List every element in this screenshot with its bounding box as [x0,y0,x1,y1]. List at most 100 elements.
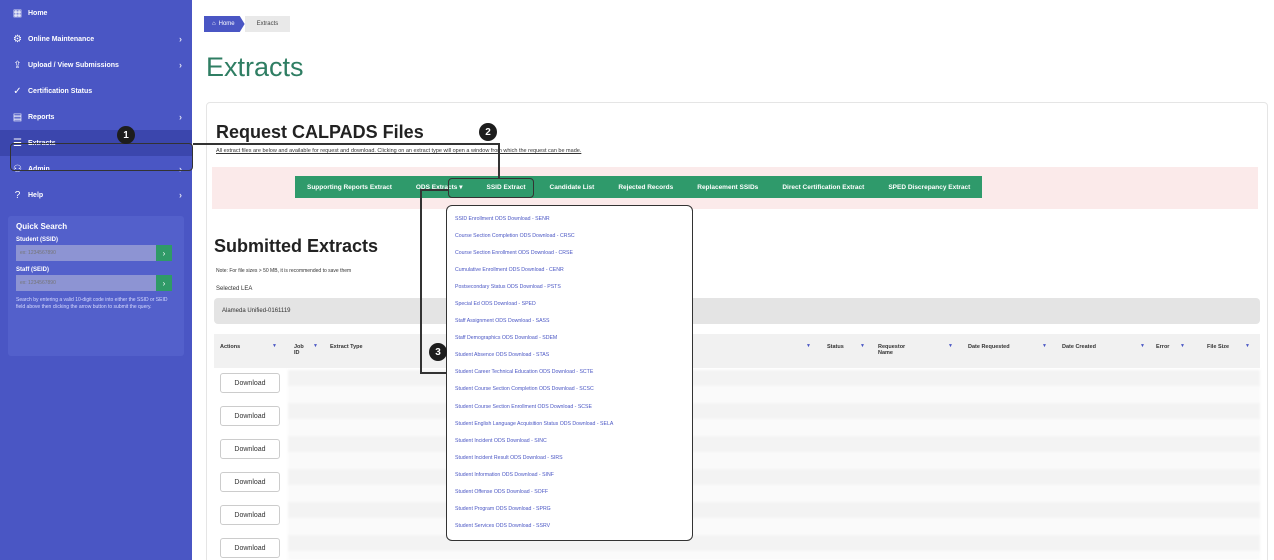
help-icon: ? [14,189,21,201]
staff-search-submit-button[interactable]: › [156,275,172,291]
dropdown-item[interactable]: SSID Enrollment ODS Download - SENR [447,210,692,227]
column-file-size[interactable]: File Size [1207,344,1229,350]
breadcrumb-home-label: Home [218,21,235,27]
breadcrumb-home[interactable]: ⌂ Home [204,16,245,32]
dropdown-item[interactable]: Cumulative Enrollment ODS Download - CEN… [447,261,692,278]
download-button[interactable]: Download [220,472,280,492]
extract-tabs: Supporting Reports Extract ODS Extracts ▾… [295,176,983,198]
dropdown-item[interactable]: Staff Demographics ODS Download - SDEM [447,330,692,347]
sidebar-item-certification-status[interactable]: ✓ Certification Status [0,78,192,104]
column-job-id[interactable]: Job ID [294,344,308,356]
breadcrumb-current: Extracts [244,16,291,32]
sidebar-item-label: Reports [28,113,55,121]
tab-sped-discrepancy-extract[interactable]: SPED Discrepancy Extract [876,176,982,198]
sidebar-item-reports[interactable]: ▤ Reports › [0,104,192,130]
user-icon: ⚇ [13,163,22,175]
dropdown-item[interactable]: Student Incident Result ODS Download - S… [447,449,692,466]
tab-rejected-records[interactable]: Rejected Records [606,176,685,198]
dropdown-item[interactable]: Student Services ODS Download - SSRV [447,518,692,535]
callout-badge-1: 1 [117,126,135,144]
download-button[interactable]: Download [220,505,280,525]
sidebar-item-label: Extracts [28,139,56,147]
column-status[interactable]: Status [827,344,844,350]
sidebar-item-upload-view-submissions[interactable]: ⇪ Upload / View Submissions › [0,52,192,78]
blurred-table-rows [288,370,1260,560]
download-button[interactable]: Download [220,406,280,426]
sort-icon[interactable]: ▼ [1245,343,1250,349]
column-error[interactable]: Error [1156,344,1169,350]
home-icon: ⌂ [212,21,216,27]
dropdown-item[interactable]: Special Ed ODS Download - SPED [447,295,692,312]
sidebar-item-label: Upload / View Submissions [28,61,119,69]
dropdown-item[interactable]: Postsecondary Status ODS Download - PSTS [447,278,692,295]
table-header [214,334,1260,368]
request-title: Request CALPADS Files [216,122,424,142]
staff-search-label: Staff (SEID) [16,267,49,273]
callout-line [498,143,500,179]
callout-badge-3: 3 [429,343,447,361]
sort-icon[interactable]: ▼ [313,343,318,349]
student-search-input[interactable] [16,245,156,261]
check-circle-icon: ✓ [13,85,22,97]
selected-lea-label: Selected LEA [216,286,253,292]
sidebar-item-online-maintenance[interactable]: ⚙ Online Maintenance › [0,26,192,52]
grid-icon: ▦ [12,7,23,19]
breadcrumb: ⌂ Home Extracts [204,16,291,32]
column-requestor[interactable]: Requestor Name [878,344,914,356]
column-date-requested[interactable]: Date Requested [968,344,1010,350]
sort-icon[interactable]: ▼ [1042,343,1047,349]
dropdown-item[interactable]: Student Information ODS Download - SINF [447,466,692,483]
student-search-label: Student (SSID) [16,237,58,243]
callout-line [420,372,446,374]
column-actions[interactable]: Actions [220,344,240,350]
dropdown-item[interactable]: Course Section Enrollment ODS Download -… [447,244,692,261]
tab-ods-extracts[interactable]: ODS Extracts ▾ [404,176,475,198]
dropdown-item[interactable]: Student Career Technical Education ODS D… [447,364,692,381]
sidebar-item-label: Home [28,9,48,17]
download-button[interactable]: Download [220,538,280,558]
student-search-submit-button[interactable]: › [156,245,172,261]
sort-icon[interactable]: ▼ [806,343,811,349]
tab-direct-certification-extract[interactable]: Direct Certification Extract [770,176,876,198]
tab-ssid-extract[interactable]: SSID Extract [475,176,538,198]
sort-icon[interactable]: ▼ [948,343,953,349]
column-extract-type[interactable]: Extract Type [330,344,363,350]
dropdown-item[interactable]: Student Course Section Completion ODS Do… [447,381,692,398]
request-description: All extract files are below and availabl… [216,148,582,154]
callout-badge-2: 2 [479,123,497,141]
dropdown-item[interactable]: Student Offense ODS Download - SOFF [447,484,692,501]
sidebar-item-label: Online Maintenance [28,35,95,43]
quick-search-hint: Search by entering a valid 10-digit code… [16,297,168,310]
ods-extracts-dropdown: SSID Enrollment ODS Download - SENR Cours… [446,205,693,541]
submitted-title: Submitted Extracts [214,236,379,256]
dropdown-item[interactable]: Student Incident ODS Download - SINC [447,432,692,449]
dropdown-item[interactable]: Staff Assignment ODS Download - SASS [447,313,692,330]
column-date-created[interactable]: Date Created [1062,344,1096,350]
sort-icon[interactable]: ▼ [272,343,277,349]
dropdown-item[interactable]: Course Section Completion ODS Download -… [447,227,692,244]
download-button[interactable]: Download [220,439,280,459]
selected-lea-field[interactable]: Alameda Unified-0161119 [214,298,1260,324]
callout-line [193,143,499,145]
tab-supporting-reports-extract[interactable]: Supporting Reports Extract [295,176,404,198]
dropdown-item[interactable]: Student Course Section Enrollment ODS Do… [447,398,692,415]
upload-icon: ⇪ [13,59,22,71]
sidebar-item-admin[interactable]: ⚇ Admin › [0,156,192,182]
sidebar-item-extracts[interactable]: ☰ Extracts [0,130,192,156]
sidebar-item-help[interactable]: ? Help › [0,182,192,208]
dropdown-item[interactable]: Student Program ODS Download - SPRG [447,501,692,518]
sidebar-item-home[interactable]: ▦ Home [0,0,192,26]
tab-replacement-ssids[interactable]: Replacement SSIDs [685,176,770,198]
tab-candidate-list[interactable]: Candidate List [538,176,607,198]
chevron-right-icon: › [179,112,182,122]
dropdown-item[interactable]: Student English Language Acquisition Sta… [447,415,692,432]
sort-icon[interactable]: ▼ [1140,343,1145,349]
sort-icon[interactable]: ▼ [1180,343,1185,349]
sort-icon[interactable]: ▼ [860,343,865,349]
sidebar-item-label: Certification Status [28,87,93,95]
staff-search-input[interactable] [16,275,156,291]
dropdown-item[interactable]: Student Absence ODS Download - STAS [447,347,692,364]
download-button[interactable]: Download [220,373,280,393]
quick-search-panel: Quick Search Student (SSID) › Staff (SEI… [8,216,184,356]
sidebar: ▦ Home ⚙ Online Maintenance › ⇪ Upload / View … [0,0,192,560]
